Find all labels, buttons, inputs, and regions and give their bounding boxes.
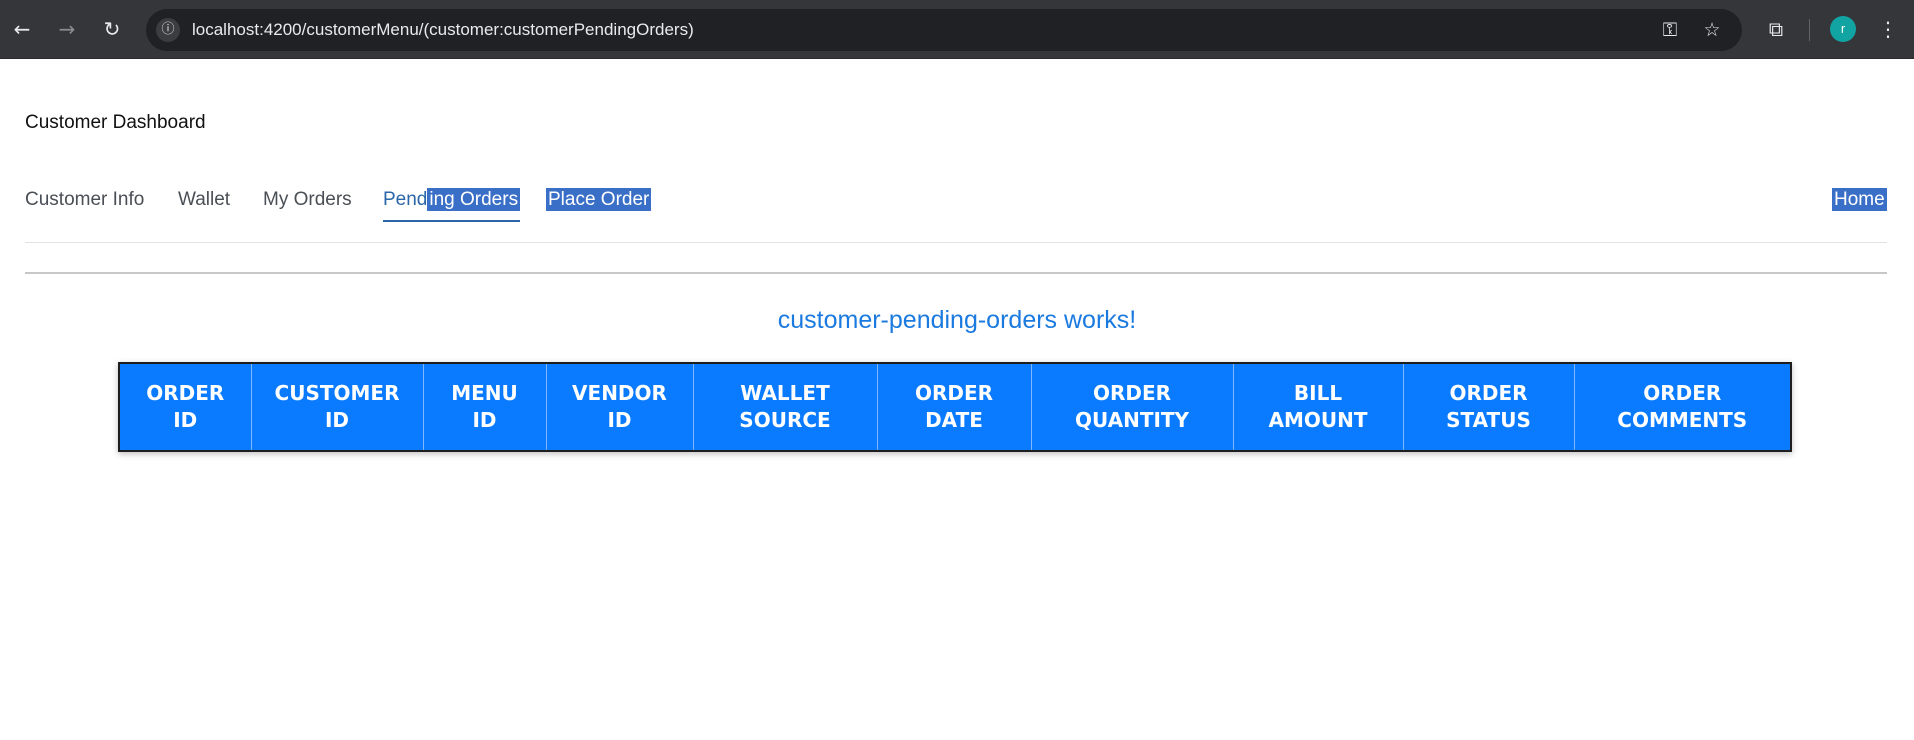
header-order-id: ORDER ID bbox=[120, 364, 252, 450]
header-order-comments: ORDER COMMENTS bbox=[1617, 381, 1748, 432]
pending-orders-table: ORDER ID CUSTOMER ID MENU ID VENDOR ID WALLE… bbox=[118, 362, 1792, 452]
url-text[interactable]: localhost:4200/customerMenu/(customer:cu… bbox=[192, 9, 694, 51]
tab-pending-orders-label-part1: Pend bbox=[383, 189, 428, 210]
tab-wallet[interactable]: Wallet bbox=[178, 186, 230, 214]
header-order-quantity: ORDER QUANTITY bbox=[1031, 364, 1234, 450]
back-arrow-icon[interactable]: ← bbox=[10, 17, 34, 41]
nav-tabs: Customer Info Wallet My Orders Pend ing O… bbox=[25, 186, 1887, 243]
reload-icon[interactable]: ↻ bbox=[100, 17, 124, 41]
star-icon[interactable]: ☆ bbox=[1700, 18, 1724, 42]
toolbar-divider bbox=[1809, 19, 1810, 41]
menu-dots-icon[interactable]: ⋮ bbox=[1876, 17, 1900, 41]
tab-my-orders[interactable]: My Orders bbox=[263, 186, 352, 214]
tab-home-label: Home bbox=[1832, 188, 1887, 211]
header-wallet-source: WALLET SOURCE bbox=[693, 364, 878, 450]
page-title: Customer Dashboard bbox=[25, 112, 206, 133]
address-bar[interactable]: ⓘ localhost:4200/customerMenu/(customer:… bbox=[146, 9, 1742, 51]
tab-pending-orders-label-part2: ing Orders bbox=[427, 188, 521, 211]
header-menu-id: MENU ID bbox=[423, 364, 547, 450]
forward-arrow-icon[interactable]: → bbox=[55, 17, 79, 41]
profile-avatar[interactable]: r bbox=[1830, 16, 1856, 42]
component-works-heading: customer-pending-orders works! bbox=[777, 306, 1137, 334]
tab-pending-orders[interactable]: Pend ing Orders bbox=[383, 186, 521, 222]
tab-customer-info[interactable]: Customer Info bbox=[25, 186, 144, 214]
section-divider bbox=[25, 272, 1887, 274]
table-header-row: ORDER ID CUSTOMER ID MENU ID VENDOR ID WALLE… bbox=[120, 364, 1790, 450]
header-vendor-id: VENDOR ID bbox=[546, 364, 694, 450]
browser-toolbar: ← → ↻ ⓘ localhost:4200/customerMenu/(cus… bbox=[0, 0, 1914, 59]
header-order-status: ORDER STATUS bbox=[1403, 364, 1575, 450]
header-order-date: ORDER DATE bbox=[877, 364, 1032, 450]
tab-home[interactable]: Home bbox=[1832, 186, 1887, 214]
site-info-icon[interactable]: ⓘ bbox=[156, 18, 180, 42]
header-customer-id: CUSTOMER ID bbox=[251, 364, 424, 450]
extensions-icon[interactable]: ⧉ bbox=[1764, 17, 1788, 41]
tab-place-order[interactable]: Place Order bbox=[546, 186, 652, 214]
header-bill-amount: BILL AMOUNT bbox=[1233, 364, 1404, 450]
tab-place-order-label: Place Order bbox=[546, 188, 652, 211]
key-icon[interactable]: ⚿ bbox=[1658, 18, 1682, 42]
